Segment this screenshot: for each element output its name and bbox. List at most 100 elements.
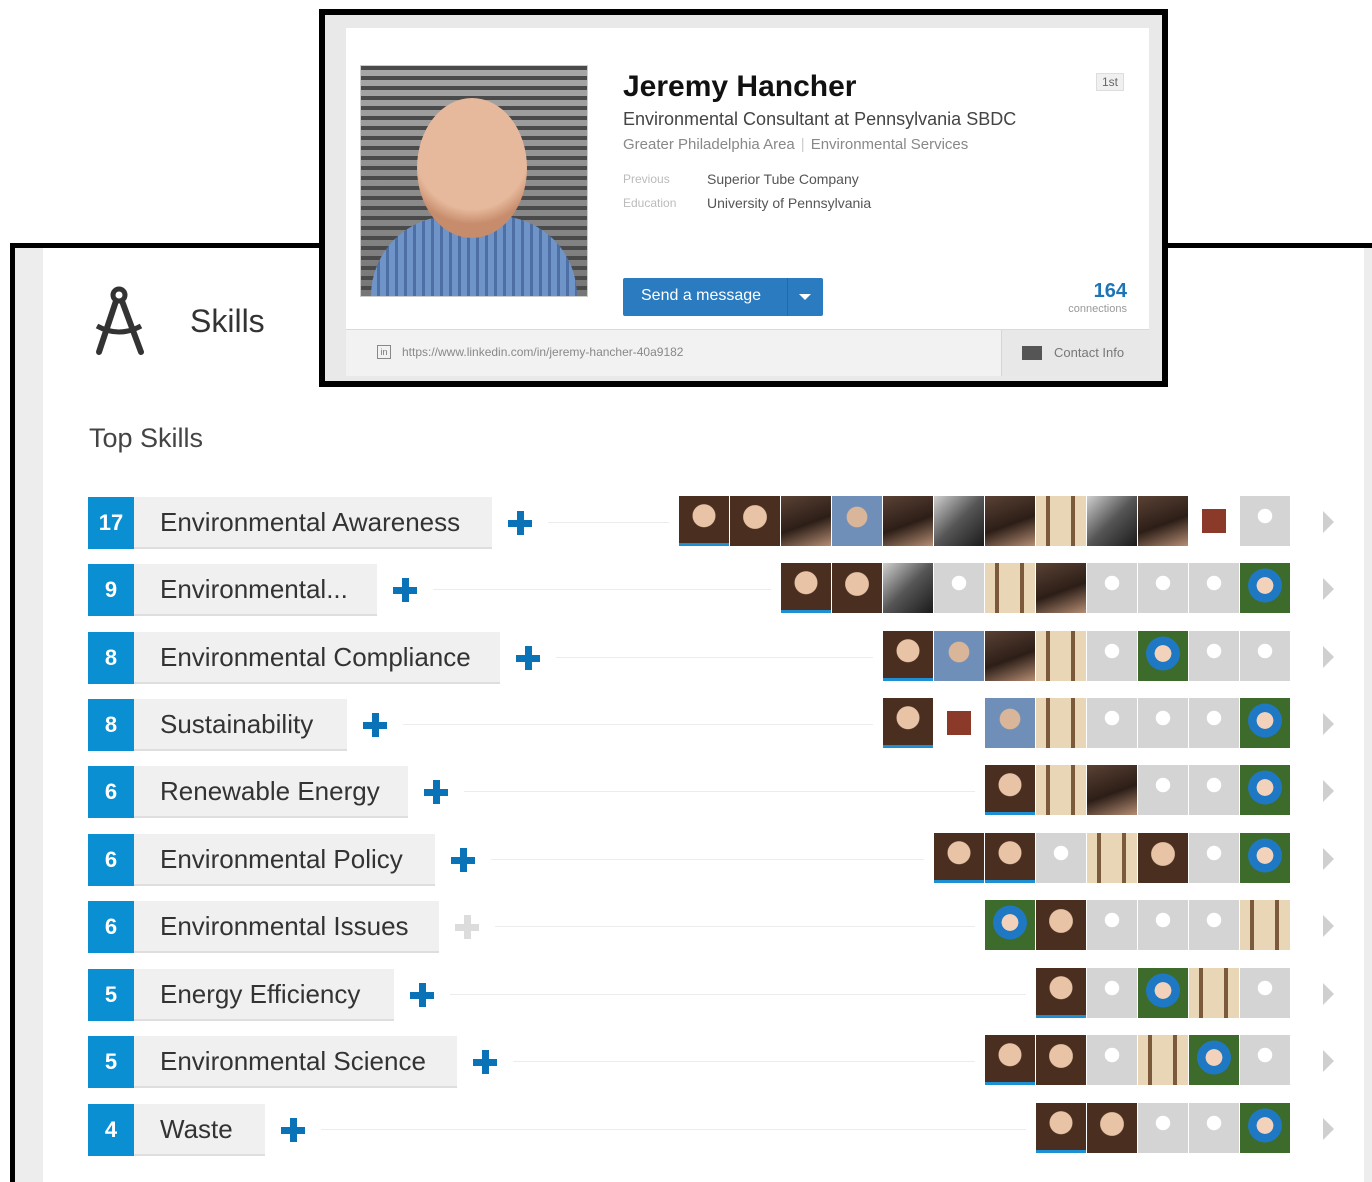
endorser-avatar[interactable]: [1087, 765, 1137, 815]
endorsement-count[interactable]: 4: [88, 1104, 134, 1156]
endorser-avatar[interactable]: [985, 1035, 1035, 1085]
chevron-right-icon[interactable]: [1323, 1050, 1334, 1072]
profile-photo[interactable]: [360, 65, 588, 297]
endorse-plus-icon[interactable]: [281, 1118, 305, 1142]
skill-name[interactable]: Environmental Compliance: [134, 632, 500, 684]
endorse-plus-icon[interactable]: [508, 511, 532, 535]
chevron-right-icon[interactable]: [1323, 511, 1334, 533]
endorse-plus-icon[interactable]: [393, 578, 417, 602]
endorsement-count[interactable]: 9: [88, 564, 134, 616]
endorser-avatar[interactable]: [1138, 900, 1188, 950]
endorser-avatar[interactable]: [1036, 563, 1086, 613]
endorse-plus-icon[interactable]: [451, 848, 475, 872]
endorser-avatar[interactable]: [934, 563, 984, 613]
endorser-avatar[interactable]: [1138, 496, 1188, 546]
endorser-avatar[interactable]: [1087, 563, 1137, 613]
endorser-avatar[interactable]: [1240, 1035, 1290, 1085]
contact-info-button[interactable]: Contact Info: [1001, 330, 1150, 376]
endorsement-count[interactable]: 6: [88, 766, 134, 818]
dropdown-caret-icon[interactable]: [799, 294, 811, 300]
previous-value[interactable]: Superior Tube Company: [707, 171, 859, 187]
endorser-avatar[interactable]: [1087, 496, 1137, 546]
endorser-avatar[interactable]: [985, 496, 1035, 546]
endorser-avatar[interactable]: [1087, 900, 1137, 950]
profile-industry[interactable]: Environmental Services: [811, 136, 969, 153]
profile-url[interactable]: https://www.linkedin.com/in/jeremy-hanch…: [402, 345, 683, 359]
endorser-avatar[interactable]: [1189, 1035, 1239, 1085]
endorser-avatar[interactable]: [1189, 1103, 1239, 1153]
endorser-avatar[interactable]: [1240, 1103, 1290, 1153]
education-value[interactable]: University of Pennsylvania: [707, 195, 871, 211]
skill-name[interactable]: Environmental Policy: [134, 834, 435, 886]
endorser-avatar[interactable]: [1036, 496, 1086, 546]
chevron-right-icon[interactable]: [1323, 848, 1334, 870]
endorsement-count[interactable]: 8: [88, 699, 134, 751]
endorsement-count[interactable]: 6: [88, 901, 134, 953]
endorsement-count[interactable]: 8: [88, 632, 134, 684]
endorsement-count[interactable]: 5: [88, 1036, 134, 1088]
endorser-avatar[interactable]: [934, 496, 984, 546]
chevron-right-icon[interactable]: [1323, 983, 1334, 1005]
endorser-avatar[interactable]: [1138, 765, 1188, 815]
skill-name[interactable]: Environmental Awareness: [134, 497, 492, 549]
chevron-right-icon[interactable]: [1323, 915, 1334, 937]
endorse-plus-icon[interactable]: [363, 713, 387, 737]
endorser-avatar[interactable]: [1202, 509, 1226, 533]
endorser-avatar[interactable]: [1240, 496, 1290, 546]
endorsement-count[interactable]: 17: [88, 497, 134, 549]
endorser-avatar[interactable]: [1036, 1103, 1086, 1153]
endorser-avatar[interactable]: [781, 563, 831, 613]
endorser-avatar[interactable]: [1036, 968, 1086, 1018]
profile-location[interactable]: Greater Philadelphia Area: [623, 136, 795, 153]
endorser-avatar[interactable]: [1240, 833, 1290, 883]
chevron-right-icon[interactable]: [1323, 578, 1334, 600]
skill-name[interactable]: Energy Efficiency: [134, 969, 394, 1021]
endorser-avatar[interactable]: [679, 496, 729, 546]
endorser-avatar[interactable]: [1087, 698, 1137, 748]
skill-name[interactable]: Environmental Issues: [134, 901, 439, 953]
send-message-button[interactable]: Send a message: [623, 278, 823, 316]
endorser-avatar[interactable]: [1240, 631, 1290, 681]
endorser-avatar[interactable]: [1138, 833, 1188, 883]
endorser-avatar[interactable]: [1189, 563, 1239, 613]
endorser-avatar[interactable]: [1189, 698, 1239, 748]
endorser-avatar[interactable]: [1138, 1035, 1188, 1085]
endorser-avatar[interactable]: [883, 496, 933, 546]
endorser-avatar[interactable]: [781, 496, 831, 546]
endorser-avatar[interactable]: [730, 496, 780, 546]
endorsement-count[interactable]: 6: [88, 834, 134, 886]
skill-name[interactable]: Waste: [134, 1104, 265, 1156]
skill-name[interactable]: Environmental Science: [134, 1036, 457, 1088]
endorser-avatar[interactable]: [1138, 631, 1188, 681]
endorser-avatar[interactable]: [1036, 900, 1086, 950]
endorser-avatar[interactable]: [1189, 765, 1239, 815]
endorser-avatar[interactable]: [1138, 1103, 1188, 1153]
endorser-avatar[interactable]: [934, 631, 984, 681]
endorser-avatar[interactable]: [985, 765, 1035, 815]
skill-name[interactable]: Sustainability: [134, 699, 347, 751]
endorse-plus-icon[interactable]: [410, 983, 434, 1007]
endorser-avatar[interactable]: [1189, 631, 1239, 681]
chevron-right-icon[interactable]: [1323, 713, 1334, 735]
endorser-avatar[interactable]: [832, 496, 882, 546]
chevron-right-icon[interactable]: [1323, 780, 1334, 802]
endorser-avatar[interactable]: [1240, 563, 1290, 613]
endorser-avatar[interactable]: [985, 698, 1035, 748]
skill-name[interactable]: Environmental...: [134, 564, 377, 616]
chevron-right-icon[interactable]: [1323, 646, 1334, 668]
endorser-avatar[interactable]: [985, 631, 1035, 681]
endorser-avatar[interactable]: [1189, 900, 1239, 950]
endorser-avatar[interactable]: [985, 900, 1035, 950]
endorser-avatar[interactable]: [1036, 765, 1086, 815]
endorser-avatar[interactable]: [985, 833, 1035, 883]
endorser-avatar[interactable]: [883, 631, 933, 681]
endorser-avatar[interactable]: [1240, 968, 1290, 1018]
endorser-avatar[interactable]: [1036, 1035, 1086, 1085]
endorser-avatar[interactable]: [1240, 765, 1290, 815]
skill-name[interactable]: Renewable Energy: [134, 766, 408, 818]
endorser-avatar[interactable]: [1138, 698, 1188, 748]
endorser-avatar[interactable]: [832, 563, 882, 613]
endorser-avatar[interactable]: [883, 563, 933, 613]
endorse-plus-icon[interactable]: [424, 780, 448, 804]
endorse-plus-icon[interactable]: [473, 1050, 497, 1074]
